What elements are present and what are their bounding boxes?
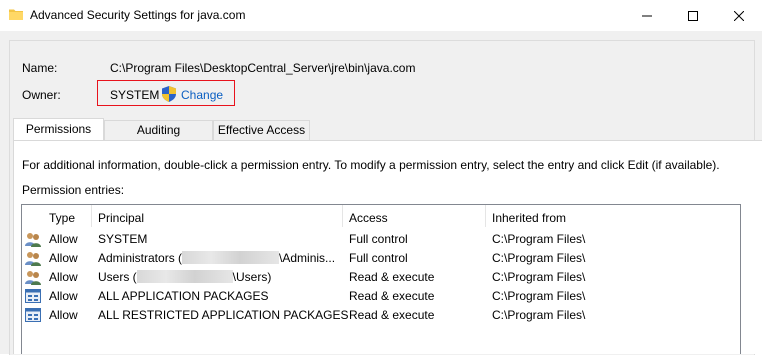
uac-shield-icon: [162, 86, 176, 102]
app-packages-icon: [25, 289, 41, 303]
column-header-principal[interactable]: Principal: [98, 211, 144, 225]
entry-access: Read & execute: [349, 289, 435, 303]
entry-access: Full control: [349, 251, 408, 265]
redacted-text: [136, 270, 233, 283]
entry-inherited-from: C:\Program Files\: [492, 308, 586, 322]
table-row[interactable]: Allow ALL RESTRICTED APPLICATION PACKAGE…: [22, 306, 740, 325]
table-row[interactable]: Allow Users (\Users) Read & execute C:\P…: [22, 268, 740, 287]
maximize-button[interactable]: [670, 0, 716, 31]
entry-inherited-from: C:\Program Files\: [492, 270, 586, 284]
entry-access: Read & execute: [349, 308, 435, 322]
maximize-icon: [688, 10, 698, 21]
owner-value: SYSTEM: [110, 88, 160, 102]
redacted-text: [182, 251, 280, 264]
minimize-button[interactable]: [624, 0, 670, 31]
column-header-inherited-from[interactable]: Inherited from: [492, 211, 566, 225]
table-row[interactable]: Allow SYSTEM Full control C:\Program Fil…: [22, 230, 740, 249]
table-row[interactable]: Allow ALL APPLICATION PACKAGES Read & ex…: [22, 287, 740, 306]
close-button[interactable]: [716, 0, 762, 31]
column-divider[interactable]: [485, 205, 486, 227]
title-bar: Advanced Security Settings for java.com: [0, 0, 762, 31]
users-icon: [25, 233, 41, 247]
entry-inherited-from: C:\Program Files\: [492, 232, 586, 246]
entry-access: Full control: [349, 232, 408, 246]
entry-type: Allow: [49, 251, 78, 265]
permission-entries-list[interactable]: Type Principal Access Inherited from All…: [21, 204, 741, 354]
minimize-icon: [642, 15, 652, 16]
column-header-access[interactable]: Access: [349, 211, 388, 225]
name-label: Name:: [22, 61, 58, 75]
column-divider[interactable]: [91, 205, 92, 227]
app-packages-icon: [25, 308, 41, 322]
users-icon: [25, 271, 41, 285]
window-title: Advanced Security Settings for java.com: [30, 8, 246, 22]
name-value: C:\Program Files\DesktopCentral_Server\j…: [110, 61, 416, 75]
tab-auditing[interactable]: Auditing: [104, 120, 213, 140]
column-divider[interactable]: [342, 205, 343, 227]
table-row[interactable]: Allow Administrators (\Adminis... Full c…: [22, 249, 740, 268]
entry-principal: SYSTEM: [98, 232, 148, 246]
folder-icon: [9, 9, 23, 20]
change-owner-link[interactable]: Change: [181, 88, 223, 102]
entry-type: Allow: [49, 232, 78, 246]
entry-type: Allow: [49, 308, 78, 322]
column-header-type[interactable]: Type: [49, 211, 75, 225]
permission-entries-label: Permission entries:: [22, 183, 125, 197]
entry-principal: Administrators (\Adminis...: [98, 251, 336, 265]
entry-access: Read & execute: [349, 270, 435, 284]
entry-type: Allow: [49, 289, 78, 303]
tab-effective-access[interactable]: Effective Access: [213, 120, 310, 140]
permissions-info-text: For additional information, double-click…: [22, 158, 720, 172]
entry-inherited-from: C:\Program Files\: [492, 251, 586, 265]
entry-principal: ALL RESTRICTED APPLICATION PACKAGES: [98, 308, 349, 322]
entry-inherited-from: C:\Program Files\: [492, 289, 586, 303]
tab-permissions[interactable]: Permissions: [13, 118, 104, 141]
entry-principal: ALL APPLICATION PACKAGES: [98, 289, 269, 303]
close-icon: [734, 10, 744, 21]
entry-principal: Users (\Users): [98, 270, 272, 284]
entry-type: Allow: [49, 270, 78, 284]
users-icon: [25, 252, 41, 266]
owner-label: Owner:: [22, 88, 61, 102]
